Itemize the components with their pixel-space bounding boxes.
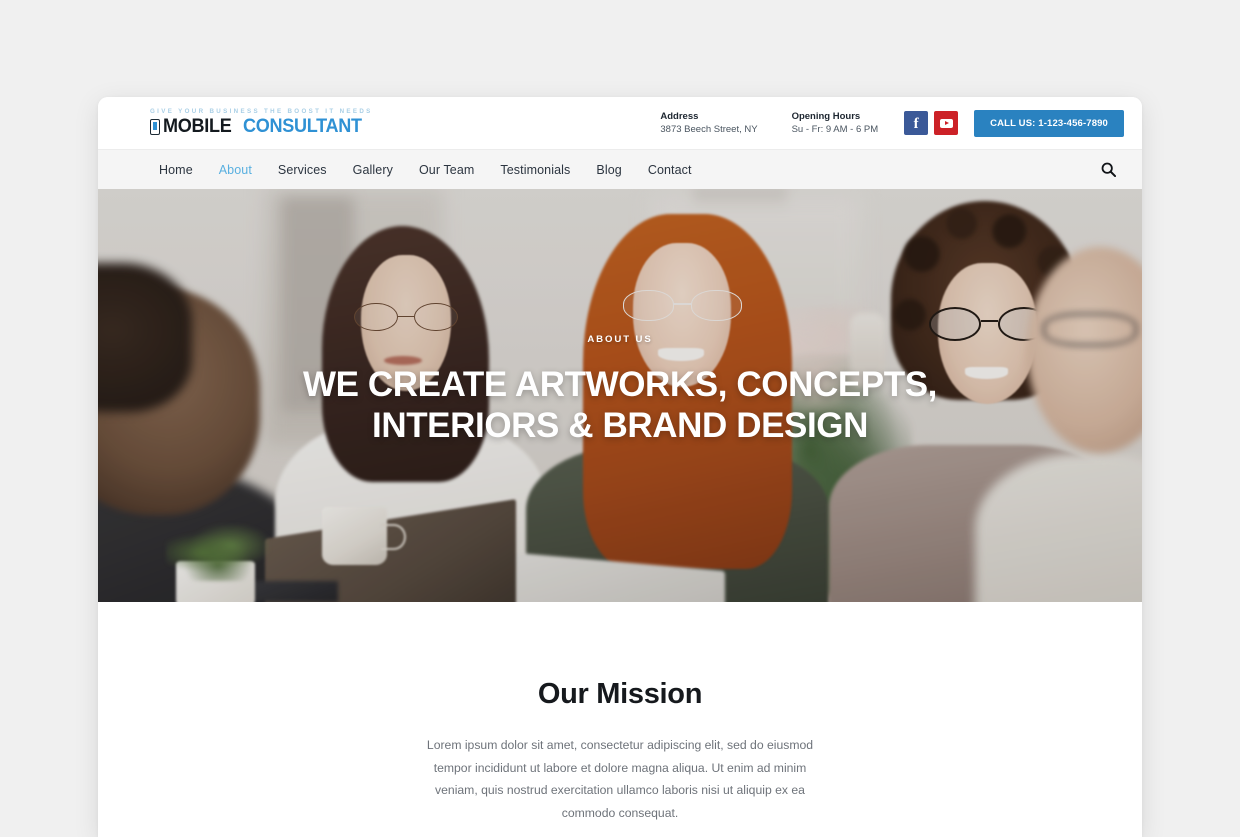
- call-us-button[interactable]: CALL US: 1-123-456-7890: [974, 109, 1124, 137]
- hero-eyebrow: ABOUT US: [587, 334, 653, 345]
- hero-content: ABOUT US WE CREATE ARTWORKS, CONCEPTS, I…: [98, 334, 1142, 446]
- youtube-icon[interactable]: [934, 111, 959, 135]
- youtube-glyph: [939, 118, 953, 128]
- header-hours-block: Opening Hours Su - Fr: 9 AM - 6 PM: [792, 110, 879, 136]
- address-value: 3873 Beech Street, NY: [660, 124, 758, 135]
- logo-word-secondary: CONSULTANT: [243, 116, 362, 137]
- mobile-phone-icon: [150, 119, 160, 135]
- nav-item-our-team[interactable]: Our Team: [406, 163, 487, 177]
- logo-word-primary: MOBILE: [163, 116, 232, 137]
- nav-item-gallery[interactable]: Gallery: [340, 163, 406, 177]
- header-right-group: Address 3873 Beech Street, NY Opening Ho…: [660, 109, 1124, 137]
- site-header: GIVE YOUR BUSINESS THE BOOST IT NEEDS MO…: [98, 97, 1142, 149]
- main-navigation: Home About Services Gallery Our Team Tes…: [98, 149, 1142, 189]
- address-label: Address: [660, 111, 699, 122]
- website-preview-card: GIVE YOUR BUSINESS THE BOOST IT NEEDS MO…: [98, 97, 1142, 837]
- nav-item-contact[interactable]: Contact: [635, 163, 705, 177]
- logo-tagline: GIVE YOUR BUSINESS THE BOOST IT NEEDS: [150, 108, 373, 115]
- hero-title-line-2: INTERIORS & BRAND DESIGN: [372, 406, 868, 445]
- mission-title: Our Mission: [537, 678, 703, 710]
- nav-item-blog[interactable]: Blog: [583, 163, 634, 177]
- hero-banner: ABOUT US WE CREATE ARTWORKS, CONCEPTS, I…: [98, 189, 1142, 602]
- nav-item-testimonials[interactable]: Testimonials: [487, 163, 583, 177]
- facebook-icon[interactable]: f: [904, 111, 929, 135]
- mission-section: Our Mission Lorem ipsum dolor sit amet, …: [98, 602, 1142, 824]
- mission-body: Lorem ipsum dolor sit amet, consectetur …: [426, 738, 814, 820]
- nav-item-home[interactable]: Home: [150, 163, 206, 177]
- social-links: f: [904, 111, 959, 135]
- header-address-block: Address 3873 Beech Street, NY: [660, 110, 757, 136]
- nav-item-about[interactable]: About: [206, 163, 265, 177]
- nav-list: Home About Services Gallery Our Team Tes…: [150, 163, 705, 177]
- logo-wordmark: MOBILE CONSULTANT: [150, 116, 373, 138]
- search-icon[interactable]: [1096, 158, 1120, 182]
- nav-item-services[interactable]: Services: [265, 163, 340, 177]
- hours-label: Opening Hours: [791, 111, 861, 122]
- facebook-glyph: f: [913, 115, 919, 132]
- hero-title-line-1: WE CREATE ARTWORKS, CONCEPTS,: [303, 365, 937, 404]
- site-logo[interactable]: GIVE YOUR BUSINESS THE BOOST IT NEEDS MO…: [150, 108, 373, 138]
- hours-value: Su - Fr: 9 AM - 6 PM: [791, 124, 879, 135]
- hero-title: WE CREATE ARTWORKS, CONCEPTS, INTERIORS …: [138, 364, 1102, 446]
